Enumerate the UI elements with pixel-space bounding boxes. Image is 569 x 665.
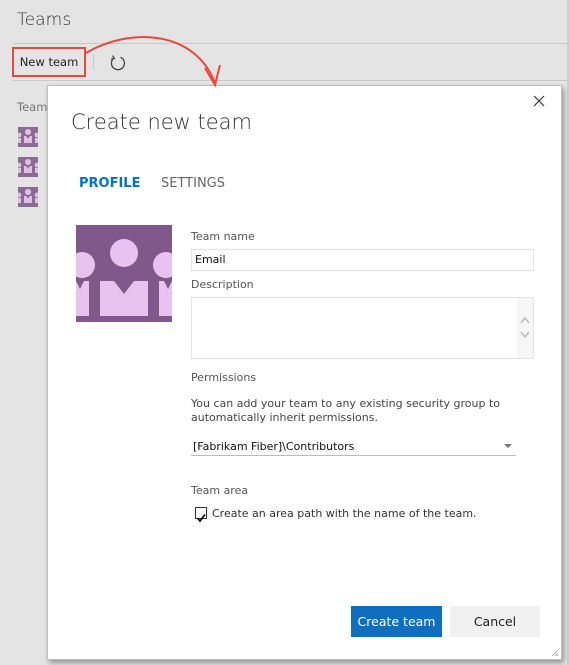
tab-settings[interactable]: SETTINGS [161,176,225,191]
description-textarea[interactable] [191,297,534,359]
dialog-title: Create new team [71,110,253,134]
scroll-down-icon[interactable] [520,331,530,339]
team-name-input[interactable]: Email [191,249,534,271]
team-list-item-icon[interactable] [18,187,38,207]
description-label: Description [191,278,254,291]
team-list-header: Team [17,100,48,114]
permissions-help-text: You can add your team to any existing se… [191,397,501,424]
scroll-up-icon[interactable] [520,316,530,324]
team-list-item-icon[interactable] [18,157,38,177]
resize-grip-icon[interactable] [551,649,559,657]
area-path-checkbox[interactable] [195,507,207,523]
description-scrollbar[interactable] [517,298,533,358]
team-icon [76,239,172,316]
permissions-select-value: [Fabrikam Fiber]\Contributors [193,440,355,453]
checkmark-icon [196,513,206,523]
team-list-item-icon[interactable] [18,127,38,147]
area-path-checkbox-label[interactable]: Create an area path with the name of the… [212,507,477,520]
team-avatar[interactable] [76,225,172,322]
annotation-arrow [85,36,221,88]
page-title: Teams [17,10,72,30]
cancel-button[interactable]: Cancel [450,606,540,637]
team-name-label: Team name [191,230,255,243]
chevron-down-icon [504,444,512,448]
permissions-label: Permissions [191,371,257,384]
close-icon[interactable] [531,93,547,109]
create-team-dialog: Create new team PROFILE SETTINGS Team na… [47,85,562,660]
permissions-select[interactable]: [Fabrikam Fiber]\Contributors [191,436,516,456]
create-team-button[interactable]: Create team [351,606,442,637]
new-team-button[interactable]: New team [12,47,86,77]
tab-profile[interactable]: PROFILE [79,176,140,191]
team-area-label: Team area [191,484,249,497]
